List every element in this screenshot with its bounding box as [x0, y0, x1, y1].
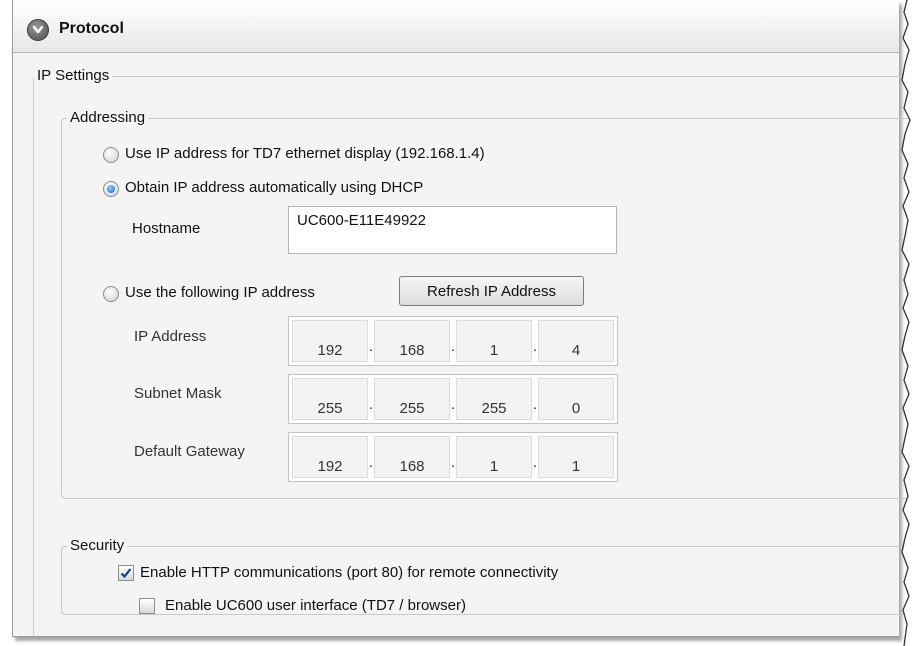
hostname-input[interactable]: UC600-E11E49922	[288, 206, 617, 254]
protocol-header[interactable]: Protocol	[13, 0, 899, 53]
ui-checkbox[interactable]	[139, 598, 155, 614]
default-gateway-label: Default Gateway	[134, 443, 245, 460]
subnet-octet-2[interactable]: 255	[374, 378, 450, 420]
http-checkbox-label[interactable]: Enable HTTP communications (port 80) for…	[140, 564, 558, 581]
radio-dhcp-label[interactable]: Obtain IP address automatically using DH…	[125, 179, 423, 196]
ip-octet-4[interactable]: 4	[538, 320, 614, 362]
checkmark-icon	[120, 568, 132, 579]
ip-address-label: IP Address	[134, 328, 207, 345]
gateway-octet-3[interactable]: 1	[456, 436, 532, 478]
ui-checkbox-label[interactable]: Enable UC600 user interface (TD7 / brows…	[165, 597, 466, 614]
ip-settings-legend: IP Settings	[34, 67, 113, 84]
radio-dhcp[interactable]	[103, 181, 119, 197]
ip-octet-1[interactable]: 192	[292, 320, 368, 362]
addressing-legend: Addressing	[67, 109, 149, 126]
ip-address-field[interactable]: 192 . 168 . 1 . 4	[288, 316, 618, 366]
refresh-ip-button[interactable]: Refresh IP Address	[399, 276, 584, 306]
security-group: Security Enable HTTP communications (por…	[61, 537, 913, 615]
ip-settings-group: IP Settings Addressing Use IP address fo…	[33, 67, 913, 637]
security-legend: Security	[67, 537, 128, 554]
default-gateway-field[interactable]: 192 . 168 . 1 . 1	[288, 432, 618, 482]
http-checkbox[interactable]	[118, 565, 134, 581]
protocol-panel: Protocol IP Settings Addressing Use IP a…	[12, 0, 913, 637]
addressing-group: Addressing Use IP address for TD7 ethern…	[61, 109, 913, 499]
subnet-octet-3[interactable]: 255	[456, 378, 532, 420]
radio-static-ip[interactable]	[103, 286, 119, 302]
subnet-mask-field[interactable]: 255 . 255 . 255 . 0	[288, 374, 618, 424]
subnet-octet-4[interactable]: 0	[538, 378, 614, 420]
radio-static-ip-label[interactable]: Use the following IP address	[125, 284, 315, 301]
subnet-octet-1[interactable]: 255	[292, 378, 368, 420]
subnet-mask-label: Subnet Mask	[134, 385, 222, 402]
radio-td7-ip-label[interactable]: Use IP address for TD7 ethernet display …	[125, 145, 485, 162]
chevron-down-icon[interactable]	[27, 19, 49, 41]
gateway-octet-1[interactable]: 192	[292, 436, 368, 478]
ip-octet-3[interactable]: 1	[456, 320, 532, 362]
radio-td7-ip[interactable]	[103, 147, 119, 163]
gateway-octet-4[interactable]: 1	[538, 436, 614, 478]
gateway-octet-2[interactable]: 168	[374, 436, 450, 478]
ip-octet-2[interactable]: 168	[374, 320, 450, 362]
panel-title: Protocol	[59, 20, 124, 37]
torn-edge-decoration	[901, 0, 913, 646]
hostname-label: Hostname	[132, 220, 201, 237]
